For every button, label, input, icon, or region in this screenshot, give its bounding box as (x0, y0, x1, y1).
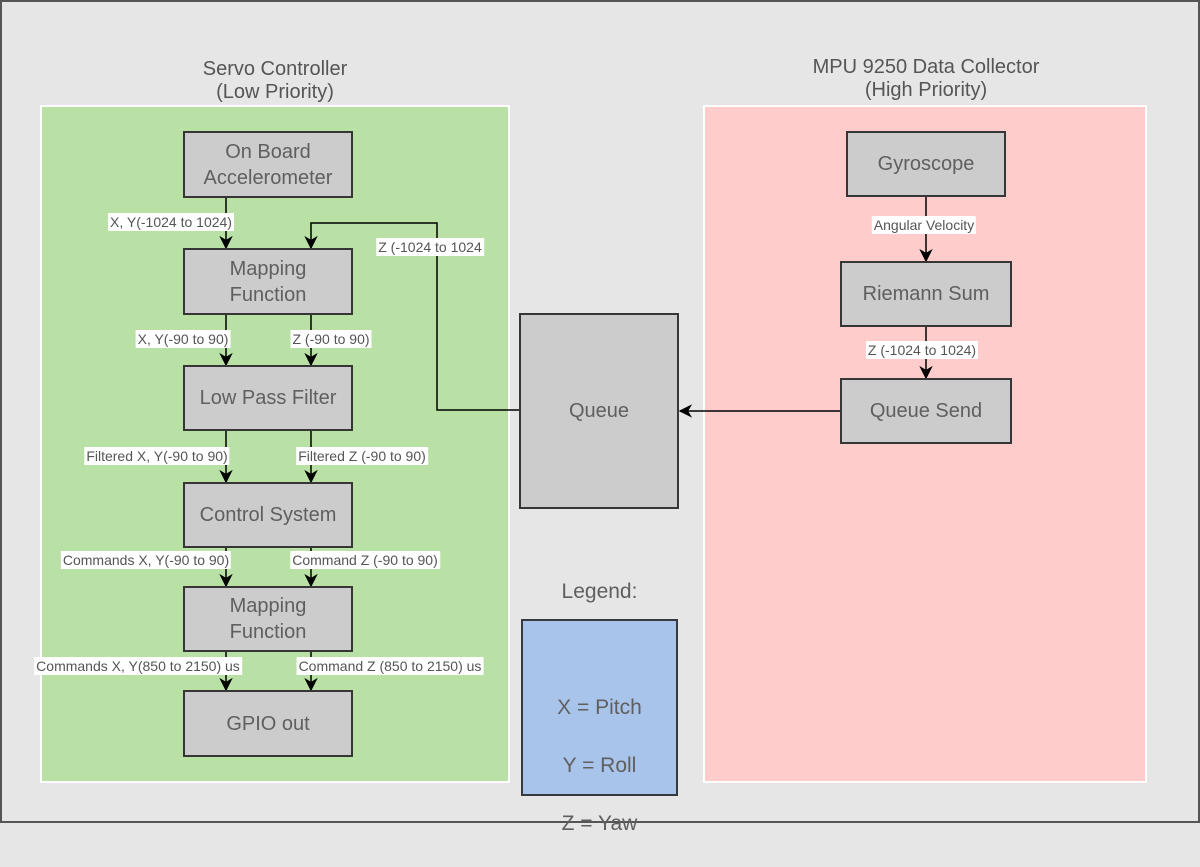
edge-label-mapping1-xy: X, Y(-90 to 90) (135, 330, 231, 348)
legend-spacer (557, 635, 642, 664)
legend-item-z: Z = Yaw (561, 812, 638, 835)
legend-item-x: X = Pitch (557, 696, 642, 719)
gyroscope-node[interactable]: Gyroscope (846, 131, 1006, 197)
edge-label-angular-velocity: Angular Velocity (871, 216, 977, 234)
mpu-data-collector-title: MPU 9250 Data Collector (High Priority) (812, 56, 1040, 101)
riemann-sum-node[interactable]: Riemann Sum (840, 261, 1012, 327)
edge-label-control-z: Command Z (-90 to 90) (290, 551, 440, 569)
legend-box: Legend: X = Pitch Y = Roll Z = Yaw (521, 580, 678, 835)
edge-label-accel-xy: X, Y(-1024 to 1024) (108, 213, 234, 231)
edge-label-lpf-z: Filtered Z (-90 to 90) (296, 447, 428, 465)
legend-title: Legend: (561, 580, 638, 603)
servo-controller-title: Servo Controller (Low Priority) (202, 58, 348, 103)
edge-label-queue-z: Z (-1024 to 1024 (376, 238, 484, 256)
servo-controller-panel (40, 105, 510, 783)
edge-label-mapping2-z: Command Z (850 to 2150) us (296, 657, 484, 675)
legend-item-y: Y = Roll (562, 754, 637, 777)
mpu-data-collector-panel (703, 105, 1147, 783)
edge-label-control-xy: Commands X, Y(-90 to 90) (60, 551, 232, 569)
queue-node[interactable]: Queue (519, 313, 679, 509)
edge-label-mapping2-xy: Commands X, Y(850 to 2150) us (34, 657, 242, 675)
mapping-function-node-2[interactable]: Mapping Function (183, 586, 353, 652)
edge-label-lpf-xy: Filtered X, Y(-90 to 90) (84, 447, 230, 465)
edge-label-riemann-z: Z (-1024 to 1024) (865, 341, 979, 359)
gpio-out-node[interactable]: GPIO out (183, 690, 353, 757)
control-system-node[interactable]: Control System (183, 482, 353, 548)
mapping-function-node-1[interactable]: Mapping Function (183, 248, 353, 315)
on-board-accelerometer-node[interactable]: On Board Accelerometer (183, 131, 353, 198)
low-pass-filter-node[interactable]: Low Pass Filter (183, 365, 353, 431)
edge-label-mapping1-z: Z (-90 to 90) (290, 330, 372, 348)
queue-send-node[interactable]: Queue Send (840, 378, 1012, 444)
